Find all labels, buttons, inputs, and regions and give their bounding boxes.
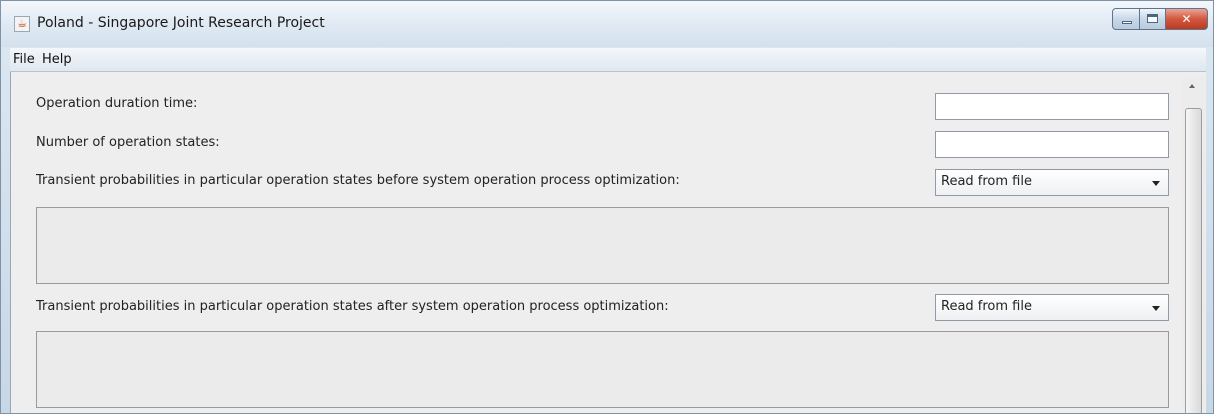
app-window: ☕ Poland - Singapore Joint Research Proj…: [0, 0, 1214, 414]
after-optimization-label: Transient probabilities in particular op…: [36, 299, 669, 314]
chevron-down-icon: [1152, 181, 1160, 186]
maximize-button[interactable]: [1140, 8, 1166, 30]
before-probabilities-area[interactable]: [36, 207, 1169, 284]
title-bar[interactable]: ☕ Poland - Singapore Joint Research Proj…: [1, 1, 1213, 47]
java-app-icon: ☕: [14, 16, 30, 32]
states-label: Number of operation states:: [36, 135, 220, 150]
minimize-icon: [1122, 21, 1132, 24]
duration-input[interactable]: [935, 93, 1169, 120]
before-source-select[interactable]: Read from file: [935, 169, 1169, 196]
menu-bar: File Help: [10, 48, 1206, 72]
menu-file[interactable]: File: [13, 52, 35, 67]
after-probabilities-area[interactable]: [36, 331, 1169, 408]
scroll-up-arrow-icon[interactable]: [1189, 84, 1195, 88]
close-icon: ✕: [1181, 12, 1192, 26]
minimize-button[interactable]: [1112, 8, 1140, 30]
duration-label: Operation duration time:: [36, 96, 198, 111]
vertical-scrollbar[interactable]: [1183, 76, 1205, 413]
window-title: Poland - Singapore Joint Research Projec…: [37, 15, 325, 31]
chevron-down-icon: [1152, 306, 1160, 311]
before-select-value: Read from file: [941, 174, 1032, 189]
after-source-select[interactable]: Read from file: [935, 294, 1169, 321]
scroll-thumb[interactable]: [1185, 108, 1202, 413]
close-button[interactable]: ✕: [1166, 8, 1208, 30]
states-input[interactable]: [935, 131, 1169, 158]
maximize-icon: [1147, 14, 1158, 23]
form-panel: Operation duration time: Number of opera…: [10, 72, 1206, 413]
menu-help[interactable]: Help: [42, 52, 72, 67]
after-select-value: Read from file: [941, 299, 1032, 314]
before-optimization-label: Transient probabilities in particular op…: [36, 173, 680, 188]
